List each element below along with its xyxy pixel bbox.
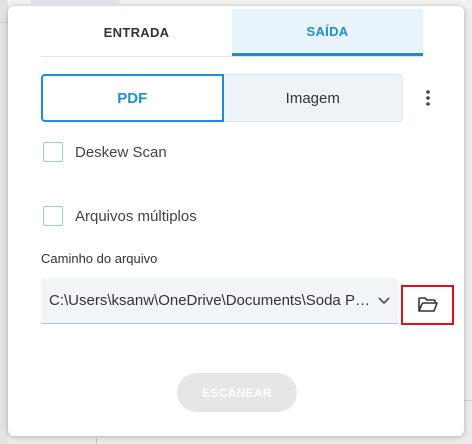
multiple-files-checkbox[interactable] xyxy=(43,206,63,226)
file-path-label: Caminho do arquivo xyxy=(41,251,158,266)
deskew-option: Deskew Scan xyxy=(43,142,167,162)
tab-entrada[interactable]: ENTRADA xyxy=(41,9,232,56)
background-divider xyxy=(0,22,8,23)
multiple-files-option: Arquivos múltiplos xyxy=(43,206,197,226)
folder-open-icon xyxy=(417,297,438,312)
more-vert-icon xyxy=(426,90,430,106)
background-divider xyxy=(96,438,97,444)
tab-bar: ENTRADA SAÍDA xyxy=(41,9,423,57)
chevron-down-icon xyxy=(370,287,398,315)
file-path-select[interactable]: C:\Users\ksanw\OneDrive\Documents\Soda P… xyxy=(41,278,398,324)
scan-button[interactable]: ESCANEAR xyxy=(177,373,297,412)
background-window-left xyxy=(0,0,8,444)
more-options-button[interactable] xyxy=(416,84,440,112)
scan-settings-dialog: ENTRADA SAÍDA PDF Imagem Deskew Scan Arq… xyxy=(8,6,464,436)
format-pdf-button[interactable]: PDF xyxy=(41,74,224,122)
browse-folder-button[interactable] xyxy=(401,285,454,325)
background-tab-hint xyxy=(30,0,120,4)
file-path-value: C:\Users\ksanw\OneDrive\Documents\Soda P… xyxy=(49,292,370,309)
multiple-files-label: Arquivos múltiplos xyxy=(75,207,197,225)
tab-saida[interactable]: SAÍDA xyxy=(232,9,423,56)
format-image-button[interactable]: Imagem xyxy=(223,74,403,122)
background-divider xyxy=(464,400,472,401)
deskew-label: Deskew Scan xyxy=(75,143,167,161)
deskew-checkbox[interactable] xyxy=(43,142,63,162)
output-format-toggle: PDF Imagem xyxy=(41,74,403,122)
